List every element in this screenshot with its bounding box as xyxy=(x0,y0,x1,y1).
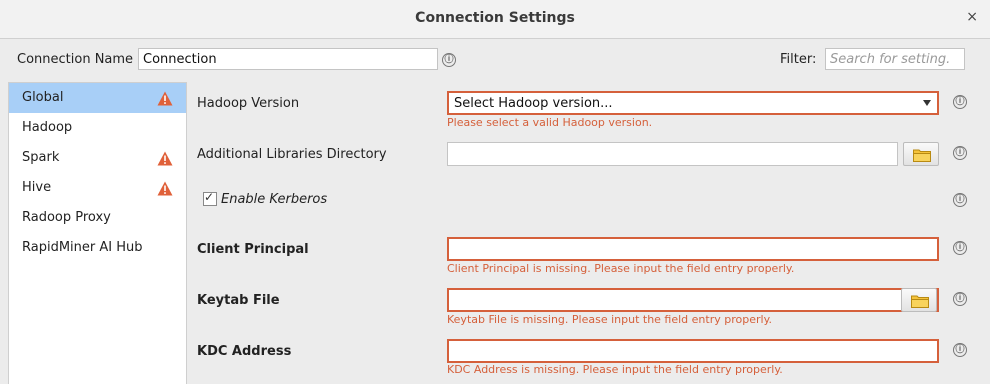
sidebar-item-label: Hadoop xyxy=(22,120,73,135)
client-principal-label: Client Principal xyxy=(197,242,309,257)
client-principal-error: Client Principal is missing. Please inpu… xyxy=(447,262,795,275)
additional-libraries-input[interactable] xyxy=(447,142,898,166)
keytab-file-label: Keytab File xyxy=(197,293,280,308)
filter-placeholder: Search for setting. xyxy=(830,52,951,67)
folder-icon xyxy=(911,295,929,308)
hadoop-version-info-icon[interactable]: ⓘ xyxy=(953,95,967,109)
kdc-address-info-icon[interactable]: ⓘ xyxy=(953,343,967,357)
additional-libraries-info-icon[interactable]: ⓘ xyxy=(953,146,967,160)
sidebar-item-label: Hive xyxy=(22,180,52,195)
keytab-file-browse-button[interactable] xyxy=(901,288,937,312)
sidebar-item-label: Global xyxy=(22,90,64,105)
filter-label: Filter: xyxy=(780,52,817,67)
sidebar-item-label: RapidMiner AI Hub xyxy=(22,240,143,255)
sidebar-item-hive[interactable]: Hive xyxy=(9,173,186,203)
warning-icon xyxy=(157,91,173,106)
sidebar-item-label: Spark xyxy=(22,150,60,165)
keytab-file-input[interactable] xyxy=(447,288,939,312)
hadoop-version-select[interactable]: Select Hadoop version... xyxy=(447,91,939,115)
additional-libraries-label: Additional Libraries Directory xyxy=(197,147,387,162)
enable-kerberos-info-icon[interactable]: ⓘ xyxy=(953,193,967,207)
sidebar-item-radoop-proxy[interactable]: Radoop Proxy xyxy=(9,203,186,233)
client-principal-input[interactable] xyxy=(447,237,939,261)
sidebar-item-hadoop[interactable]: Hadoop xyxy=(9,113,186,143)
dropdown-arrow-icon xyxy=(923,100,931,106)
sidebar-item-rapidminer-ai-hub[interactable]: RapidMiner AI Hub xyxy=(9,233,186,263)
sidebar-item-label: Radoop Proxy xyxy=(22,210,111,225)
enable-kerberos-checkbox[interactable]: ✓ xyxy=(203,190,217,206)
connection-name-label: Connection Name xyxy=(17,52,134,67)
keytab-file-info-icon[interactable]: ⓘ xyxy=(953,292,967,306)
connection-name-info-icon[interactable]: ⓘ xyxy=(442,53,456,67)
settings-form: Hadoop Version Select Hadoop version... … xyxy=(188,82,990,384)
additional-libraries-browse-button[interactable] xyxy=(903,142,939,166)
sidebar-item-global[interactable]: Global xyxy=(9,83,186,113)
kdc-address-label: KDC Address xyxy=(197,344,292,359)
kdc-address-error: KDC Address is missing. Please input the… xyxy=(447,363,783,376)
kdc-address-input[interactable] xyxy=(447,339,939,363)
connection-header: Connection Name Connection ⓘ Filter: Sea… xyxy=(0,38,990,78)
warning-icon xyxy=(157,151,173,166)
window-title: Connection Settings xyxy=(415,10,575,26)
client-principal-info-icon[interactable]: ⓘ xyxy=(953,241,967,255)
folder-icon xyxy=(913,149,931,162)
close-icon[interactable]: × xyxy=(966,9,978,25)
hadoop-version-error: Please select a valid Hadoop version. xyxy=(447,116,653,129)
hadoop-version-value: Select Hadoop version... xyxy=(454,96,613,111)
title-bar: Connection Settings × xyxy=(0,0,990,39)
keytab-file-error: Keytab File is missing. Please input the… xyxy=(447,313,773,326)
connection-name-input[interactable]: Connection xyxy=(138,48,438,70)
check-icon: ✓ xyxy=(204,190,215,204)
sidebar-item-spark[interactable]: Spark xyxy=(9,143,186,173)
enable-kerberos-label: Enable Kerberos xyxy=(221,192,328,207)
settings-sidebar: Global Hadoop Spark Hive Radoop Proxy Ra… xyxy=(8,82,187,384)
connection-name-value: Connection xyxy=(143,52,217,67)
hadoop-version-label: Hadoop Version xyxy=(197,96,300,111)
filter-input[interactable]: Search for setting. xyxy=(825,48,965,70)
warning-icon xyxy=(157,181,173,196)
